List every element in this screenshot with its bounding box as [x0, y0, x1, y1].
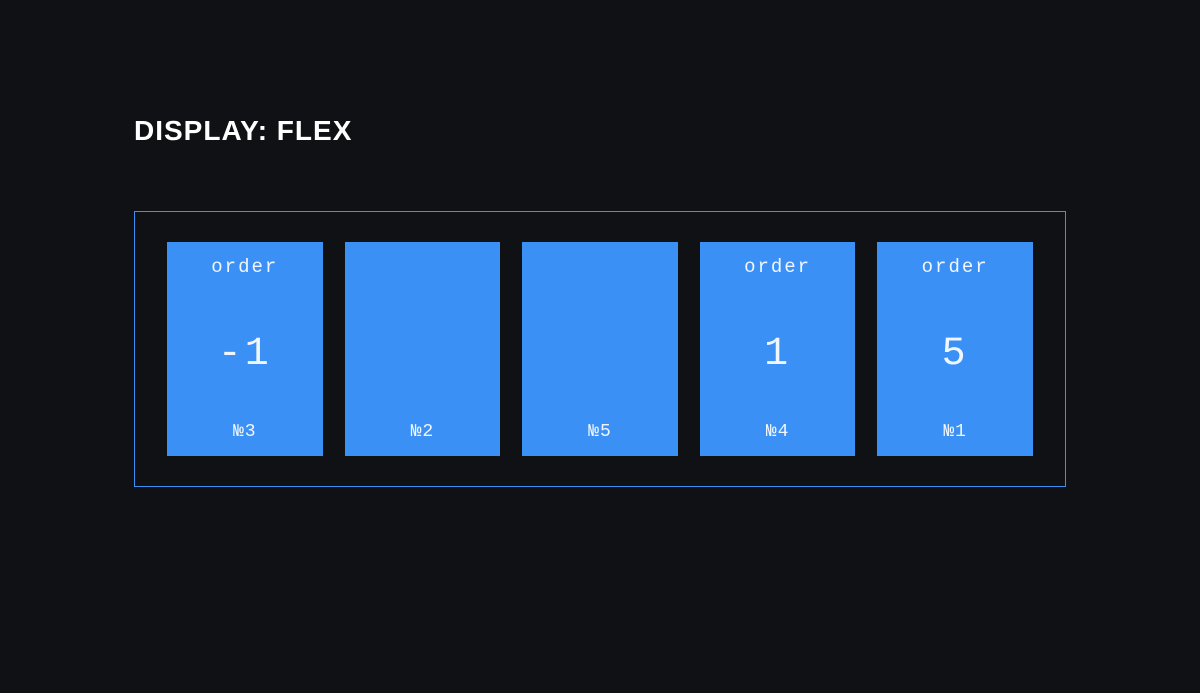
flex-item: order №5 — [522, 242, 678, 456]
flex-item: order 5 №1 — [877, 242, 1033, 456]
flex-item: order -1 №3 — [167, 242, 323, 456]
order-value: -1 — [167, 332, 323, 377]
flex-item: order 1 №4 — [700, 242, 856, 456]
order-property-label: order — [700, 256, 856, 278]
flex-container: order -1 №3 order №2 order №5 order 1 №4… — [134, 211, 1066, 487]
item-number-label: №4 — [700, 422, 856, 442]
order-property-label: order — [167, 256, 323, 278]
item-number-label: №1 — [877, 422, 1033, 442]
diagram-title: DISPLAY: FLEX — [134, 115, 1066, 147]
item-number-label: №3 — [167, 422, 323, 442]
flex-item: order №2 — [345, 242, 501, 456]
item-number-label: №2 — [345, 422, 501, 442]
order-property-label: order — [877, 256, 1033, 278]
order-value: 1 — [700, 332, 856, 377]
item-number-label: №5 — [522, 422, 678, 442]
order-value: 5 — [877, 332, 1033, 377]
